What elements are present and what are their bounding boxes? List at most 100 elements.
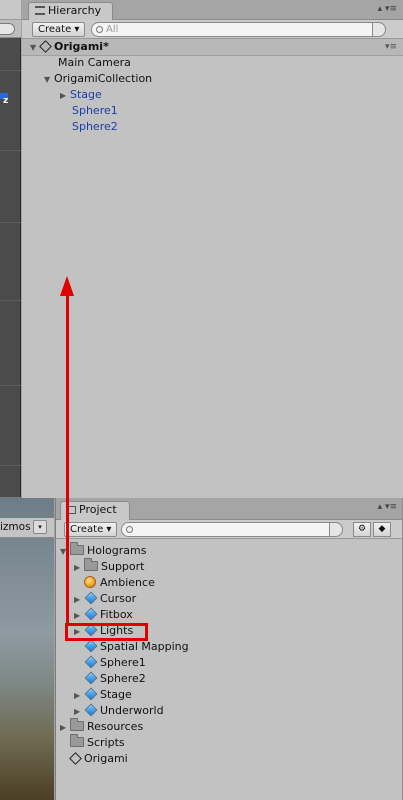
search-by-type-icon[interactable]: ⚙ xyxy=(353,522,371,537)
grid-line xyxy=(0,300,21,301)
hierarchy-item[interactable]: Sphere1 xyxy=(72,103,118,119)
project-item[interactable]: Spatial Mapping xyxy=(84,639,189,655)
project-item[interactable]: Ambience xyxy=(84,575,155,591)
hierarchy-item[interactable]: Sphere2 xyxy=(72,119,118,135)
scene-menu-icon[interactable]: ▾≡ xyxy=(385,42,397,52)
expand-arrow-icon[interactable]: ▶ xyxy=(74,560,84,576)
hierarchy-item-label: Sphere1 xyxy=(72,104,118,117)
hierarchy-search-input[interactable]: All xyxy=(91,22,386,37)
search-clear-button[interactable] xyxy=(372,22,386,37)
expand-arrow-icon[interactable]: ▼ xyxy=(44,72,54,88)
hierarchy-search-placeholder: All xyxy=(106,24,119,35)
project-item[interactable]: ▼ Holograms xyxy=(60,542,147,559)
prefab-cube-icon xyxy=(84,656,96,668)
project-window-menu-icon[interactable]: ▴ ▾≡ xyxy=(378,502,397,512)
expand-arrow-icon[interactable]: ▶ xyxy=(74,592,84,608)
scene-view-toolbar xyxy=(0,20,21,38)
folder-icon xyxy=(84,558,98,571)
project-tabstrip: Project ▴ ▾≡ xyxy=(56,498,403,520)
folder-icon xyxy=(70,718,84,731)
gizmos-toolbar: izmos ▾ xyxy=(0,518,54,538)
project-item[interactable]: Origami xyxy=(70,751,128,767)
tab-project-label: Project xyxy=(79,503,117,516)
expand-arrow-icon[interactable]: ▶ xyxy=(74,608,84,624)
tab-project[interactable]: Project xyxy=(60,501,130,520)
project-item[interactable]: ▶ Support xyxy=(74,558,145,576)
search-icon xyxy=(126,526,133,533)
project-item-label: Underworld xyxy=(100,704,164,717)
folder-icon xyxy=(70,542,84,555)
lights-highlight-box xyxy=(65,623,148,641)
hierarchy-toolbar: Create ▾ All xyxy=(22,20,403,39)
hierarchy-tab-icon xyxy=(35,6,45,15)
project-item-label: Holograms xyxy=(87,544,147,557)
prefab-cube-icon xyxy=(84,704,96,716)
scene-header-row[interactable]: ▼ Origami* ▾≡ xyxy=(22,39,403,56)
project-panel: Project ▴ ▾≡ Create ▾ ⚙ ◆ ▼ Holograms ▶ Su… xyxy=(55,498,403,800)
z-axis-label: z xyxy=(3,96,9,106)
scene-name: Origami* xyxy=(54,40,109,53)
hierarchy-item-label: Stage xyxy=(70,88,102,101)
project-item-label: Support xyxy=(101,560,145,573)
tab-hierarchy-label: Hierarchy xyxy=(48,4,102,17)
scene-view-toolbar-control[interactable] xyxy=(0,23,15,35)
scene-view-panel[interactable]: z xyxy=(0,0,21,497)
audio-sphere-icon xyxy=(84,576,96,588)
grid-line xyxy=(0,385,21,386)
game-view-panel[interactable] xyxy=(0,497,54,800)
project-create-button[interactable]: Create ▾ xyxy=(64,522,118,537)
hierarchy-item-label: Main Camera xyxy=(58,56,131,69)
project-item-label: Scripts xyxy=(87,736,125,749)
project-item[interactable]: Scripts xyxy=(70,734,125,751)
project-item-label: Cursor xyxy=(100,592,137,605)
drag-arrow-head-icon xyxy=(60,276,74,296)
expand-arrow-icon[interactable]: ▶ xyxy=(60,88,70,104)
project-create-arrow-icon: ▾ xyxy=(106,524,112,535)
hierarchy-create-button[interactable]: Create ▾ xyxy=(32,22,86,37)
project-create-label: Create xyxy=(70,524,104,535)
project-item[interactable]: Sphere2 xyxy=(84,671,146,687)
project-item[interactable]: ▶ Resources xyxy=(60,718,143,736)
expand-arrow-icon[interactable]: ▶ xyxy=(60,720,70,736)
project-toolbar: Create ▾ ⚙ ◆ xyxy=(56,520,403,539)
project-item-label: Sphere1 xyxy=(100,656,146,669)
project-item-label: Fitbox xyxy=(100,608,133,621)
hierarchy-item[interactable]: ▶ Stage xyxy=(60,87,102,103)
hierarchy-panel: Hierarchy ▴ ▾≡ Create ▾ All ▼ Origami* ▾≡… xyxy=(22,0,403,498)
search-icon xyxy=(96,26,103,33)
grid-line xyxy=(0,465,21,466)
hierarchy-item[interactable]: ▼ OrigamiCollection xyxy=(44,71,152,87)
scene-header: ▼ Origami* xyxy=(30,39,109,55)
project-item[interactable]: ▶ Stage xyxy=(74,687,132,703)
search-clear-button[interactable] xyxy=(329,522,343,537)
search-by-label-icon[interactable]: ◆ xyxy=(373,522,391,537)
prefab-cube-icon xyxy=(84,608,96,620)
expand-arrow-icon[interactable]: ▼ xyxy=(30,40,40,56)
project-item[interactable]: ▶ Cursor xyxy=(74,591,136,607)
grid-line xyxy=(0,222,21,223)
prefab-cube-icon xyxy=(84,640,96,652)
prefab-cube-icon xyxy=(84,688,96,700)
folder-icon xyxy=(70,734,84,747)
project-item-label: Origami xyxy=(84,752,128,765)
unity-scene-icon xyxy=(70,753,81,764)
gizmos-button[interactable]: izmos xyxy=(0,521,31,533)
tab-hierarchy[interactable]: Hierarchy xyxy=(28,2,113,21)
hierarchy-item-label: OrigamiCollection xyxy=(54,72,153,85)
hierarchy-create-label: Create xyxy=(38,24,72,35)
grid-line xyxy=(0,150,21,151)
expand-arrow-icon[interactable]: ▶ xyxy=(74,688,84,704)
project-item-label: Spatial Mapping xyxy=(100,640,189,653)
project-item[interactable]: ▶ Fitbox xyxy=(74,607,133,623)
hierarchy-tabstrip: Hierarchy ▴ ▾≡ xyxy=(22,0,403,21)
project-item[interactable]: Sphere1 xyxy=(84,655,146,671)
project-item[interactable]: ▶ Underworld xyxy=(74,703,164,719)
hierarchy-window-menu-icon[interactable]: ▴ ▾≡ xyxy=(378,4,397,14)
gizmos-dropdown-icon[interactable]: ▾ xyxy=(33,520,47,534)
prefab-cube-icon xyxy=(84,592,96,604)
hierarchy-item-label: Sphere2 xyxy=(72,120,118,133)
scene-view-tabbar xyxy=(0,0,21,20)
hierarchy-create-arrow-icon: ▾ xyxy=(74,24,80,35)
project-search-input[interactable] xyxy=(121,522,343,537)
hierarchy-item[interactable]: Main Camera xyxy=(58,55,131,71)
